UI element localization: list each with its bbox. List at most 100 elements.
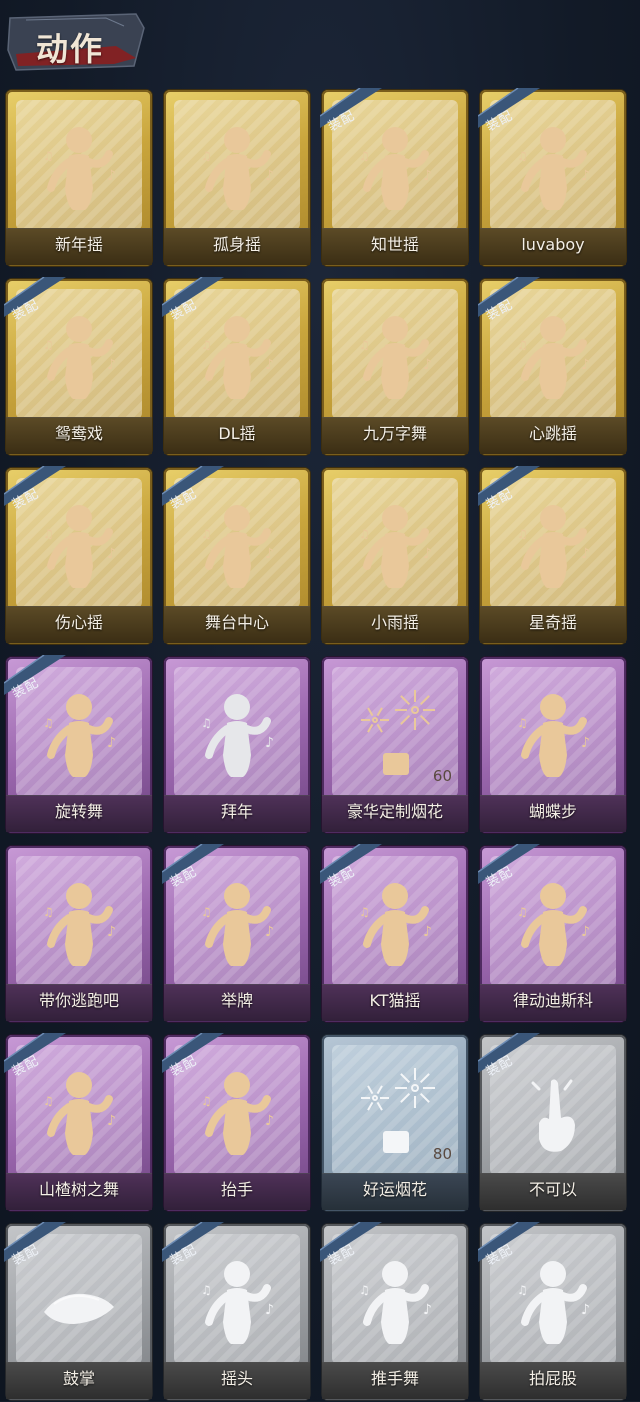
svg-text:♪: ♪ — [107, 168, 116, 184]
dance-figure-icon: ♪ ♫ — [345, 874, 445, 978]
equipped-badge: 装配 — [320, 844, 390, 891]
dance-figure-icon: ♪ ♫ — [187, 496, 287, 600]
svg-text:♫: ♫ — [359, 527, 370, 541]
svg-text:♫: ♫ — [43, 338, 54, 352]
emote-card[interactable]: ♪ ♫ 九万字舞 — [320, 277, 470, 457]
emote-name: 豪华定制烟花 — [346, 802, 443, 821]
emote-card[interactable]: ♪ ♫ 摇头 装配 — [162, 1222, 312, 1402]
emote-card[interactable]: 80 好运烟花 — [320, 1033, 470, 1213]
emote-card[interactable]: ♪ ♫ 抬手 装配 — [162, 1033, 312, 1213]
emote-name: 律动迪斯科 — [512, 991, 593, 1010]
svg-text:♫: ♫ — [201, 905, 212, 919]
emote-card[interactable]: ♪ ♫ 带你逃跑吧 — [4, 844, 154, 1024]
emote-name: 旋转舞 — [54, 802, 103, 821]
emote-grid: ♪ ♫ 新年摇 ♪ ♫ 孤身摇 ♪ ♫ 知世摇 装配 ♪ ♫ luvaboy 装… — [4, 88, 640, 1400]
dance-figure-icon: ♪ ♫ — [345, 118, 445, 222]
dance-figure-icon: ♪ ♫ — [29, 307, 129, 411]
emote-card[interactable]: ♪ ♫ 拜年 — [162, 655, 312, 835]
emote-card[interactable]: ♪ ♫ 蝴蝶步 — [478, 655, 628, 835]
item-count: 60 — [432, 767, 452, 785]
emote-card[interactable]: ♪ ♫ 伤心摇 装配 — [4, 466, 154, 646]
sign-figure-icon: ♪ ♫ — [187, 874, 287, 978]
svg-text:♪: ♪ — [265, 1302, 274, 1318]
emote-name: 小雨摇 — [370, 613, 419, 632]
dance-figure-icon: ♪ ♫ — [29, 118, 129, 222]
emote-card[interactable]: 不可以 装配 — [478, 1033, 628, 1213]
emote-name: 心跳摇 — [528, 424, 577, 443]
dance-figure-icon: ♪ ♫ — [29, 874, 129, 978]
emote-card[interactable]: ♪ ♫ 小雨摇 — [320, 466, 470, 646]
page-title: 动作 — [36, 30, 105, 68]
emote-card[interactable]: ♪ ♫ 新年摇 — [4, 88, 154, 268]
dance-figure-icon: ♪ ♫ — [503, 496, 603, 600]
svg-text:♫: ♫ — [201, 149, 212, 163]
svg-text:♪: ♪ — [107, 546, 116, 562]
emote-card[interactable]: ♪ ♫ 举牌 装配 — [162, 844, 312, 1024]
emote-name: 鸳鸯戏 — [54, 424, 103, 443]
dance-figure-icon: ♪ ♫ — [503, 118, 603, 222]
disco-figure-icon: ♪ ♫ — [503, 874, 603, 978]
emote-name: luvaboy — [521, 235, 585, 254]
svg-text:♫: ♫ — [359, 149, 370, 163]
svg-text:♫: ♫ — [43, 1094, 54, 1108]
emote-name: 星奇摇 — [528, 613, 577, 632]
svg-text:♪: ♪ — [423, 546, 432, 562]
svg-text:♪: ♪ — [107, 735, 116, 751]
emote-card[interactable]: ♪ ♫ 山楂树之舞 装配 — [4, 1033, 154, 1213]
svg-text:♪: ♪ — [423, 1302, 432, 1318]
lucky-fireworks-icon — [345, 1063, 445, 1167]
emote-card[interactable]: ♪ ♫ 拍屁股 装配 — [478, 1222, 628, 1402]
svg-text:♫: ♫ — [517, 905, 528, 919]
svg-text:♫: ♫ — [201, 527, 212, 541]
equipped-badge: 装配 — [478, 844, 548, 891]
svg-text:♫: ♫ — [43, 716, 54, 730]
emote-name: 好运烟花 — [362, 1180, 427, 1199]
equipped-badge: 装配 — [4, 655, 74, 702]
equipped-badge: 装配 — [162, 1222, 232, 1269]
emote-name: 抬手 — [220, 1180, 253, 1199]
emote-card[interactable]: ♪ ♫ 星奇摇 装配 — [478, 466, 628, 646]
emote-card[interactable]: ♪ ♫ 知世摇 装配 — [320, 88, 470, 268]
dance-figure-icon: ♪ ♫ — [29, 1063, 129, 1167]
emote-name: 舞台中心 — [204, 613, 269, 632]
emote-card[interactable]: ♪ ♫ 推手舞 装配 — [320, 1222, 470, 1402]
svg-text:♪: ♪ — [581, 1302, 590, 1318]
emote-card[interactable]: 60 豪华定制烟花 — [320, 655, 470, 835]
finger-wag-icon — [503, 1063, 603, 1167]
emote-name: 拜年 — [220, 802, 253, 821]
dance-figure-icon: ♪ ♫ — [345, 307, 445, 411]
emote-card[interactable]: ♪ ♫ 孤身摇 — [162, 88, 312, 268]
svg-text:♪: ♪ — [581, 168, 590, 184]
push-hands-figure-icon: ♪ ♫ — [345, 1252, 445, 1356]
equipped-badge: 装配 — [4, 1033, 74, 1080]
svg-text:♫: ♫ — [517, 338, 528, 352]
svg-text:♫: ♫ — [517, 1283, 528, 1297]
emote-card[interactable]: ♪ ♫ luvaboy 装配 — [478, 88, 628, 268]
svg-text:♫: ♫ — [517, 149, 528, 163]
emote-card[interactable]: ♪ ♫ 律动迪斯科 装配 — [478, 844, 628, 1024]
svg-text:♪: ♪ — [107, 924, 116, 940]
emote-name: 带你逃跑吧 — [38, 991, 119, 1010]
svg-text:♪: ♪ — [423, 924, 432, 940]
equipped-badge: 装配 — [162, 466, 232, 513]
emote-name: 新年摇 — [54, 235, 103, 254]
emote-card[interactable]: ♪ ♫ DL摇 装配 — [162, 277, 312, 457]
equipped-badge: 装配 — [162, 1033, 232, 1080]
header: 动作 — [0, 0, 640, 80]
spin-figure-icon: ♪ ♫ — [29, 685, 129, 789]
emote-card[interactable]: ♪ ♫ 鸳鸯戏 装配 — [4, 277, 154, 457]
svg-text:♫: ♫ — [201, 338, 212, 352]
emote-card[interactable]: ♪ ♫ 舞台中心 装配 — [162, 466, 312, 646]
emote-card[interactable]: ♪ ♫ KT猫摇 装配 — [320, 844, 470, 1024]
svg-text:♫: ♫ — [43, 149, 54, 163]
emote-card[interactable]: ♪ ♫ 心跳摇 装配 — [478, 277, 628, 457]
emote-card[interactable]: 鼓掌 装配 — [4, 1222, 154, 1402]
dance-figure-icon: ♪ ♫ — [187, 307, 287, 411]
emote-card[interactable]: ♪ ♫ 旋转舞 装配 — [4, 655, 154, 835]
equipped-badge: 装配 — [162, 844, 232, 891]
equipped-badge: 装配 — [4, 277, 74, 324]
emote-name: KT猫摇 — [369, 991, 421, 1010]
shake-head-figure-icon: ♪ ♫ — [187, 1252, 287, 1356]
raise-hand-figure-icon: ♪ ♫ — [187, 1063, 287, 1167]
emote-name: 蝴蝶步 — [528, 802, 577, 821]
